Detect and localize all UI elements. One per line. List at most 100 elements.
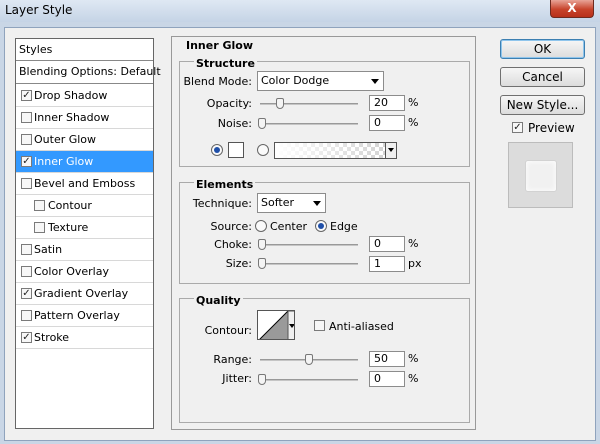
blending-options-item[interactable]: Blending Options: Default: [16, 61, 161, 84]
quality-title: Quality: [194, 294, 243, 307]
noise-slider-thumb[interactable]: [258, 118, 266, 129]
blend-mode-label: Blend Mode:: [183, 75, 253, 88]
range-slider[interactable]: [260, 354, 358, 365]
jitter-slider-thumb[interactable]: [258, 374, 266, 385]
blend-mode-value: Color Dodge: [261, 74, 330, 87]
ok-button[interactable]: OK: [500, 39, 585, 59]
pattern-overlay-checkbox[interactable]: [21, 310, 32, 321]
style-item-inner-shadow[interactable]: Inner Shadow: [16, 107, 153, 129]
opacity-input[interactable]: 20: [369, 95, 405, 111]
drop-shadow-checkbox[interactable]: ✓: [21, 90, 32, 101]
anti-aliased-label: Anti-aliased: [329, 320, 394, 333]
source-edge-radio[interactable]: [315, 220, 327, 232]
style-item-label: Outer Glow: [34, 133, 97, 146]
style-item-drop-shadow[interactable]: ✓ Drop Shadow: [16, 85, 153, 107]
style-item-outer-glow[interactable]: Outer Glow: [16, 129, 153, 151]
source-edge-label: Edge: [330, 220, 358, 233]
style-item-label: Stroke: [34, 331, 70, 344]
style-item-label: Drop Shadow: [34, 89, 108, 102]
choke-unit: %: [408, 237, 419, 250]
quality-group: Quality Contour: Anti-aliased Range: 50 …: [179, 294, 470, 423]
cancel-button[interactable]: Cancel: [500, 67, 585, 87]
preview-checkbox[interactable]: ✓: [512, 122, 523, 133]
choke-slider-thumb[interactable]: [258, 239, 266, 250]
close-button[interactable]: X: [550, 0, 594, 18]
style-item-bevel-emboss[interactable]: Bevel and Emboss: [16, 173, 153, 195]
glow-color-swatch[interactable]: [228, 142, 244, 158]
inner-shadow-checkbox[interactable]: [21, 112, 32, 123]
contour-curve-icon: [259, 311, 294, 339]
gradient-picker[interactable]: [274, 142, 397, 159]
size-slider[interactable]: [258, 258, 358, 269]
solid-color-radio[interactable]: [211, 144, 223, 156]
range-input[interactable]: 50: [369, 351, 405, 367]
contour-picker[interactable]: [257, 310, 295, 340]
style-item-color-overlay[interactable]: Color Overlay: [16, 261, 153, 283]
structure-group: Structure Blend Mode: Color Dodge Opacit…: [179, 57, 470, 167]
close-icon: X: [567, 1, 577, 15]
panel-title: Inner Glow: [186, 39, 253, 52]
contour-label: Contour:: [204, 324, 252, 337]
gradient-overlay-checkbox[interactable]: ✓: [21, 288, 32, 299]
inner-glow-panel: Inner Glow Structure Blend Mode: Color D…: [171, 36, 476, 430]
anti-aliased-checkbox[interactable]: [314, 320, 325, 331]
title-bar: Layer Style X: [0, 0, 600, 22]
technique-label: Technique:: [192, 197, 252, 210]
size-unit: px: [408, 257, 422, 270]
color-overlay-checkbox[interactable]: [21, 266, 32, 277]
structure-title: Structure: [194, 57, 257, 70]
opacity-label: Opacity:: [206, 97, 252, 110]
size-label: Size:: [225, 257, 252, 270]
outer-glow-checkbox[interactable]: [21, 134, 32, 145]
jitter-slider[interactable]: [258, 374, 358, 385]
elements-group: Elements Technique: Softer Source: Cente…: [179, 178, 470, 284]
chevron-down-icon: [371, 79, 379, 84]
chevron-down-icon: [313, 201, 321, 206]
preview-swatch: [525, 160, 557, 192]
choke-slider[interactable]: [258, 239, 358, 250]
noise-slider[interactable]: [258, 118, 358, 129]
style-item-contour[interactable]: Contour: [16, 195, 153, 217]
style-item-label: Inner Shadow: [34, 111, 110, 124]
new-style-button[interactable]: New Style...: [500, 95, 585, 115]
style-item-pattern-overlay[interactable]: Pattern Overlay: [16, 305, 153, 327]
inner-glow-checkbox[interactable]: ✓: [21, 156, 32, 167]
preview-thumbnail: [508, 142, 573, 208]
size-input[interactable]: 1: [369, 256, 405, 272]
dialog-body: Styles Blending Options: Default ✓ Drop …: [4, 27, 596, 441]
style-item-label: Gradient Overlay: [34, 287, 129, 300]
styles-header[interactable]: Styles: [16, 39, 153, 61]
opacity-slider[interactable]: [260, 98, 358, 109]
source-center-radio[interactable]: [255, 220, 267, 232]
bevel-emboss-checkbox[interactable]: [21, 178, 32, 189]
technique-value: Softer: [261, 196, 294, 209]
opacity-slider-thumb[interactable]: [276, 98, 284, 109]
style-item-label: Bevel and Emboss: [34, 177, 136, 190]
gradient-radio[interactable]: [257, 144, 269, 156]
noise-input[interactable]: 0: [369, 115, 405, 131]
texture-checkbox[interactable]: [34, 222, 45, 233]
blend-mode-select[interactable]: Color Dodge: [257, 71, 384, 91]
style-item-satin[interactable]: Satin: [16, 239, 153, 261]
satin-checkbox[interactable]: [21, 244, 32, 255]
stroke-checkbox[interactable]: ✓: [21, 332, 32, 343]
gradient-dropdown-icon[interactable]: [385, 143, 396, 158]
elements-title: Elements: [194, 178, 256, 191]
style-item-stroke[interactable]: ✓ Stroke: [16, 327, 153, 349]
style-item-inner-glow[interactable]: ✓ Inner Glow: [16, 151, 153, 173]
choke-label: Choke:: [214, 238, 252, 251]
contour-checkbox[interactable]: [34, 200, 45, 211]
style-item-label: Pattern Overlay: [34, 309, 120, 322]
source-center-label: Center: [270, 220, 308, 233]
size-slider-thumb[interactable]: [258, 258, 266, 269]
jitter-label: Jitter:: [222, 372, 252, 385]
style-item-gradient-overlay[interactable]: ✓ Gradient Overlay: [16, 283, 153, 305]
range-slider-thumb[interactable]: [305, 354, 313, 365]
choke-input[interactable]: 0: [369, 236, 405, 252]
source-label: Source:: [210, 220, 253, 233]
range-unit: %: [408, 352, 419, 365]
jitter-input[interactable]: 0: [369, 371, 405, 387]
style-item-texture[interactable]: Texture: [16, 217, 153, 239]
technique-select[interactable]: Softer: [257, 193, 326, 213]
styles-list: Styles Blending Options: Default ✓ Drop …: [15, 38, 161, 429]
